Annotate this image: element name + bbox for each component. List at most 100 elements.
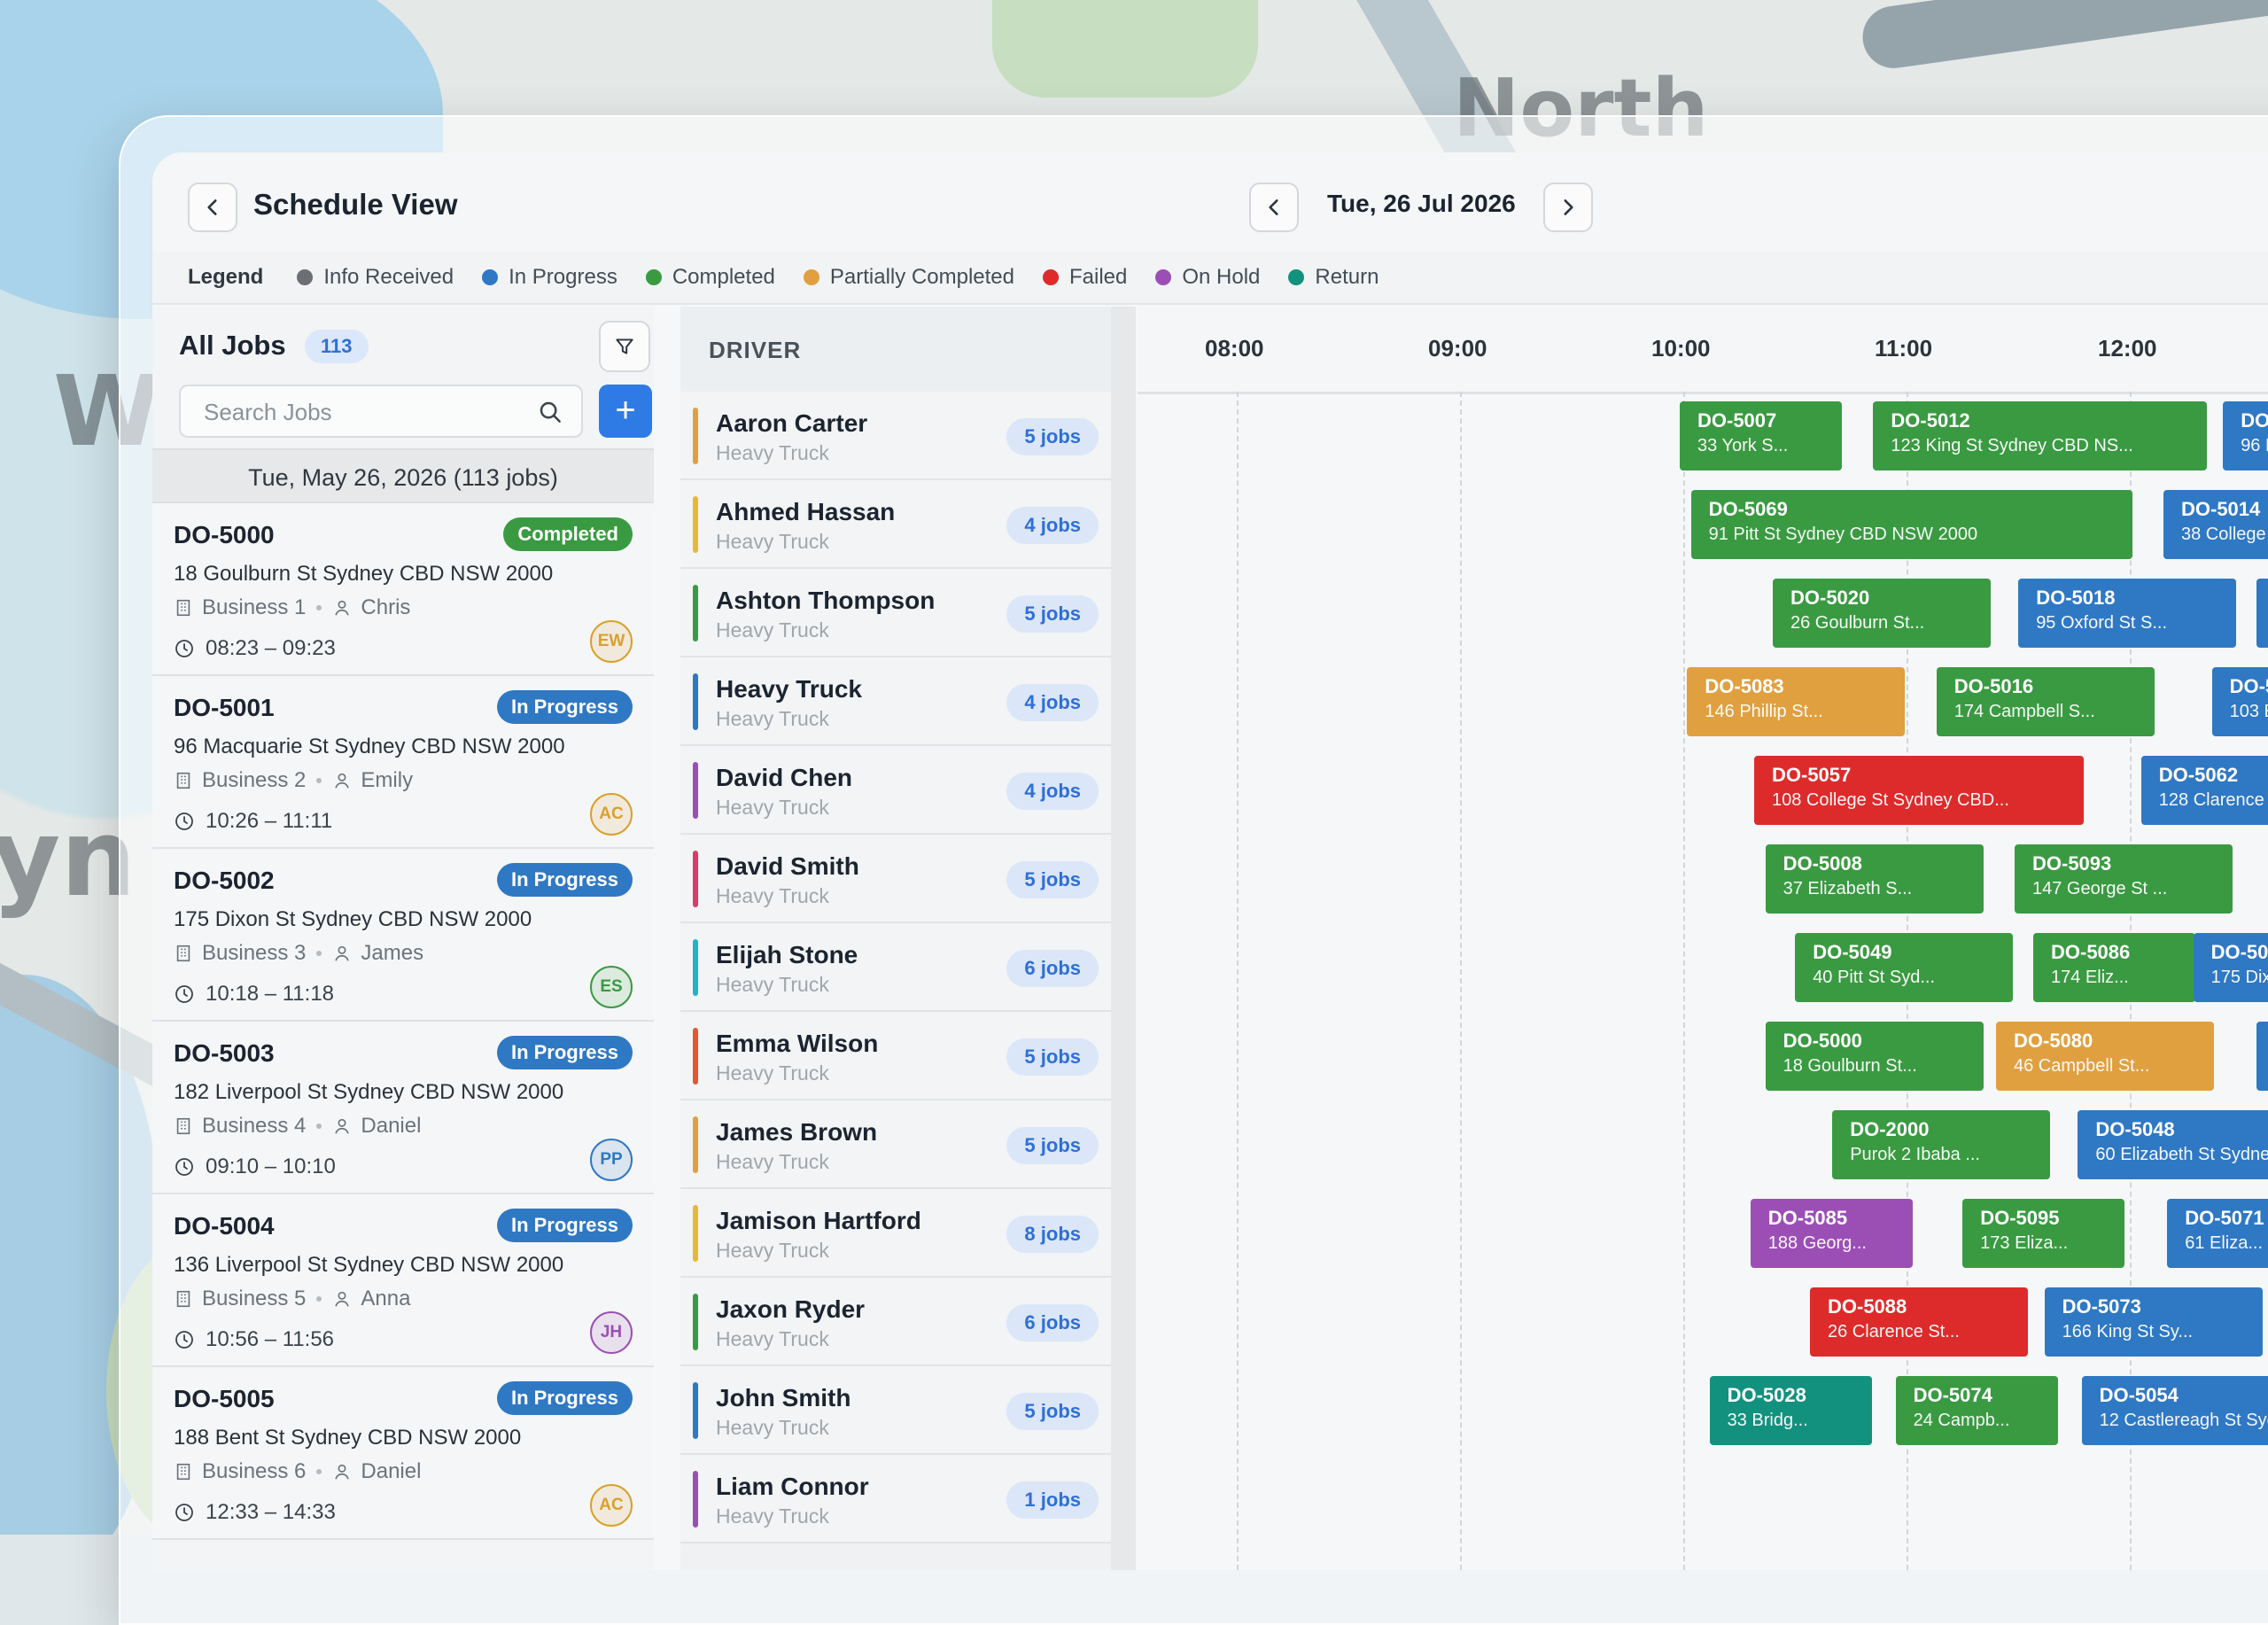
avatar: AC: [590, 1484, 633, 1527]
building-icon: [174, 771, 202, 790]
schedule-job-block[interactable]: DO-5016 174 Campbell S...: [1936, 667, 2155, 736]
schedule-job-block[interactable]: DO-5020 26 Goulburn St...: [1773, 579, 1991, 648]
driver-name: Heavy Truck: [716, 675, 862, 703]
search-input[interactable]: Search Jobs: [204, 399, 332, 426]
schedule-job-block[interactable]: DO-5022114 Dixo...: [2256, 579, 2268, 648]
schedule-job-block[interactable]: DO-5074 24 Campb...: [1895, 1376, 2058, 1445]
time-tick-label: 08:00: [1205, 335, 1264, 362]
next-date-button[interactable]: [1543, 183, 1593, 232]
driver-color-bar: [693, 1205, 698, 1262]
schedule-job-block[interactable]: DO-5057 108 College St Sydney CBD...: [1754, 756, 2084, 825]
driver-row[interactable]: Heavy Truck Heavy Truck 4 jobs: [680, 657, 1111, 746]
job-block-id: DO-5057: [1772, 764, 1852, 786]
driver-vehicle-type: Heavy Truck: [716, 884, 829, 907]
job-card[interactable]: DO-5001 In Progress 96 Macquarie St Sydney…: [152, 676, 654, 849]
schedule-job-block[interactable]: DO-5028 33 Bridg...: [1709, 1376, 1872, 1445]
jobs-panel: All Jobs 113 Search Jobs + Tue, May 26, …: [152, 307, 654, 1570]
job-time-range: 10:26 – 11:11: [206, 809, 333, 833]
job-person: Anna: [361, 1287, 411, 1310]
schedule-job-block[interactable]: DO-501537 Eliza...: [2256, 1022, 2268, 1091]
driver-row[interactable]: Jaxon Ryder Heavy Truck 6 jobs: [680, 1278, 1111, 1366]
driver-vehicle-type: Heavy Truck: [716, 973, 829, 996]
driver-row[interactable]: Ahmed Hassan Heavy Truck 4 jobs: [680, 480, 1111, 569]
current-date: Tue, 26 Jul 2026: [1327, 190, 1516, 217]
schedule-job-block[interactable]: DO-5069 91 Pitt St Sydney CBD NSW 2000: [1690, 490, 2132, 559]
driver-column-header: DRIVER: [680, 307, 1111, 393]
previous-date-button[interactable]: [1249, 183, 1299, 232]
job-card[interactable]: DO-5000 Completed 18 Goulburn St Sydney CB…: [152, 503, 654, 676]
schedule-job-block[interactable]: DO-5001 96 Macqua...: [2223, 401, 2268, 470]
schedule-job-block[interactable]: DO-5088 26 Clarence St...: [1810, 1287, 2028, 1357]
status-badge: In Progress: [496, 1381, 633, 1415]
schedule-job-block[interactable]: DO-5018 95 Oxford St S...: [2018, 579, 2237, 648]
job-block-id: DO-5016: [1953, 675, 2034, 697]
schedule-job-block[interactable]: DO-5012 123 King St Sydney CBD NS...: [1873, 401, 2207, 470]
job-block-address: 128 Clarence St Sydney C...: [2158, 790, 2268, 810]
driver-jobs-badge: 5 jobs: [1006, 861, 1099, 898]
job-block-id: DO-5095: [1980, 1207, 2060, 1229]
schedule-job-block[interactable]: DO-5062 128 Clarence St Sydney C...: [2140, 756, 2268, 825]
schedule-job-block[interactable]: DO-5048 60 Elizabeth St Sydney CB...: [2078, 1110, 2268, 1179]
job-time: 08:23 – 09:23: [174, 636, 336, 661]
legend-item-label: Return: [1315, 265, 1379, 289]
job-block-address: 174 Campbell S...: [1953, 702, 2095, 721]
schedule-job-block[interactable]: DO-5083 146 Phillip St...: [1687, 667, 1906, 736]
job-block-id: DO-5062: [2158, 764, 2239, 786]
avatar: PP: [590, 1139, 633, 1181]
building-icon: [174, 1116, 202, 1136]
job-card[interactable]: DO-5004 In Progress 136 Liverpool St Sydne…: [152, 1194, 654, 1367]
driver-row[interactable]: Emma Wilson Heavy Truck 5 jobs: [680, 1012, 1111, 1100]
schedule-job-block[interactable]: DO-5095 173 Eliza...: [1962, 1199, 2125, 1268]
driver-name: David Smith: [716, 852, 859, 880]
column-divider[interactable]: [1111, 307, 1136, 1570]
driver-row[interactable]: Jamison Hartford Heavy Truck 8 jobs: [680, 1189, 1111, 1278]
driver-row[interactable]: David Smith Heavy Truck 5 jobs: [680, 835, 1111, 923]
driver-row[interactable]: David Chen Heavy Truck 4 jobs: [680, 746, 1111, 835]
driver-row[interactable]: Elijah Stone Heavy Truck 6 jobs: [680, 923, 1111, 1012]
status-dot-icon: [803, 269, 819, 285]
driver-row[interactable]: Liam Connor Heavy Truck 1 jobs: [680, 1455, 1111, 1543]
driver-color-bar: [693, 851, 698, 907]
schedule-job-block[interactable]: DO-5054 12 Castlereagh St Sydney ...: [2081, 1376, 2268, 1445]
driver-row[interactable]: James Brown Heavy Truck 5 jobs: [680, 1100, 1111, 1189]
schedule-job-block[interactable]: DO-5080 46 Campbell St...: [1996, 1022, 2214, 1091]
schedule-job-block[interactable]: DO-5008 37 Elizabeth S...: [1765, 844, 1984, 914]
driver-list: Aaron Carter Heavy Truck 5 jobs Ahmed Hassa…: [680, 392, 1111, 1543]
schedule-job-block[interactable]: DO-2000 Purok 2 Ibaba ...: [1832, 1110, 2051, 1179]
schedule-job-block[interactable]: DO-5014 38 College St ...: [2163, 490, 2268, 559]
job-block-address: 61 Eliza...: [2185, 1233, 2264, 1253]
person-icon: [332, 1289, 361, 1309]
job-card[interactable]: DO-5002 In Progress 175 Dixon St Sydney CB…: [152, 849, 654, 1022]
schedule-job-block[interactable]: DO-5007 33 York S...: [1680, 401, 1842, 470]
schedule-job-block[interactable]: DO-5049 40 Pitt St Syd...: [1795, 933, 2014, 1002]
schedule-job-block[interactable]: DO-5002 175 Dixon St S...: [2193, 933, 2268, 1002]
clock-icon: [174, 638, 206, 659]
separator-dot: [316, 1296, 322, 1302]
driver-row[interactable]: John Smith Heavy Truck 5 jobs: [680, 1366, 1111, 1455]
status-dot-icon: [1155, 269, 1172, 285]
driver-row[interactable]: Aaron Carter Heavy Truck 5 jobs: [680, 392, 1111, 480]
job-business: Business 6: [202, 1459, 307, 1483]
schedule-job-block[interactable]: DO-5071 61 Eliza...: [2167, 1199, 2268, 1268]
schedule-job-block[interactable]: DO-5079 103 Bent St Syd...: [2211, 667, 2268, 736]
job-card[interactable]: DO-5005 In Progress 188 Bent St Sydney CBD…: [152, 1367, 654, 1540]
clock-icon: [174, 1156, 206, 1178]
add-job-button[interactable]: +: [599, 385, 652, 438]
schedule-job-block[interactable]: DO-5073 166 King St Sy...: [2044, 1287, 2263, 1357]
separator-dot: [316, 778, 322, 783]
filter-button[interactable]: [599, 321, 650, 372]
legend-item: On Hold: [1155, 265, 1260, 290]
schedule-job-block[interactable]: DO-5085 188 Georg...: [1750, 1199, 1913, 1268]
job-block-address: 95 Oxford St S...: [2036, 613, 2168, 633]
driver-row[interactable]: Ashton Thompson Heavy Truck 5 jobs: [680, 569, 1111, 657]
job-meta: Business 2 Emily: [174, 768, 413, 793]
schedule-job-block[interactable]: DO-5093 147 George St ...: [2015, 844, 2233, 914]
schedule-job-block[interactable]: DO-5086 174 Eliz...: [2033, 933, 2195, 1002]
search-field[interactable]: Search Jobs: [179, 385, 583, 438]
back-button[interactable]: [188, 183, 237, 232]
driver-jobs-badge: 6 jobs: [1006, 950, 1099, 987]
job-card[interactable]: DO-5003 In Progress 182 Liverpool St Sydne…: [152, 1022, 654, 1194]
job-block-address: 38 College St ...: [2181, 525, 2268, 544]
driver-name: Ahmed Hassan: [716, 498, 896, 525]
schedule-job-block[interactable]: DO-5000 18 Goulburn St...: [1765, 1022, 1984, 1091]
